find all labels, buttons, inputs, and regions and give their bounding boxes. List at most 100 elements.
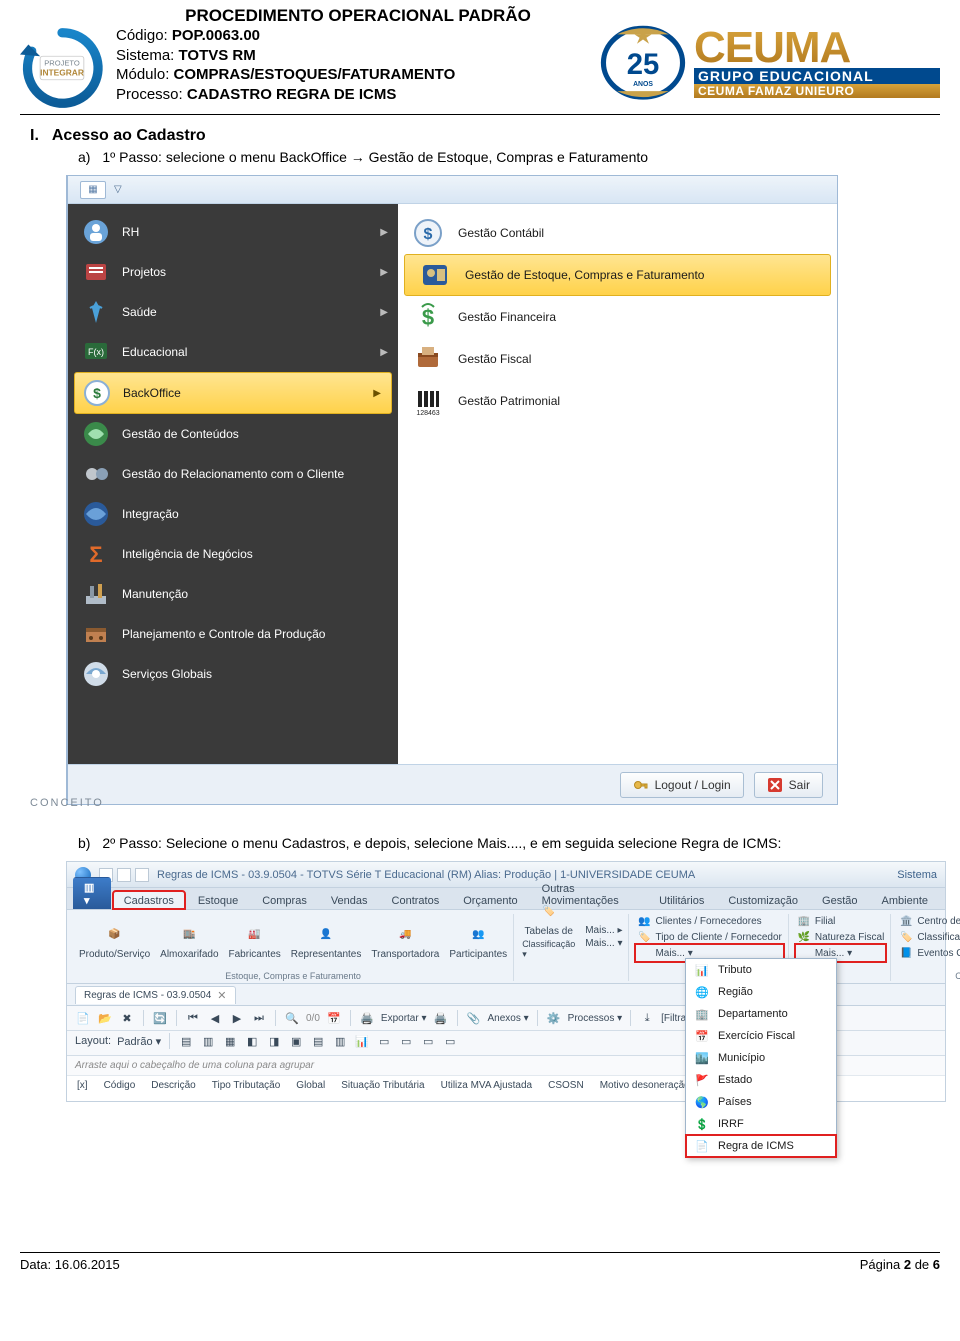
layout-select[interactable]: Padrão ▾ — [117, 1035, 161, 1048]
mais-menu-item[interactable]: 🏙️Município — [686, 1047, 836, 1069]
layout-ico-9[interactable]: ▭ — [376, 1033, 392, 1049]
sistema-label[interactable]: Sistema — [897, 869, 937, 881]
tab-contratos[interactable]: Contratos — [381, 891, 451, 909]
open-icon[interactable]: 📂 — [97, 1010, 113, 1026]
tab-cadastros[interactable]: Cadastros — [113, 891, 185, 909]
mais-menu-item[interactable]: 📊Tributo — [686, 959, 836, 981]
printer-icon[interactable]: 🖨️ — [433, 1010, 449, 1026]
grid-column-header[interactable]: Tipo Tributação — [212, 1080, 281, 1091]
delete-icon[interactable]: ✖ — [119, 1010, 135, 1026]
mais-top-button[interactable]: Mais... ▸ — [585, 925, 622, 936]
calendar-icon[interactable]: 📅 — [326, 1010, 342, 1026]
grid-column-header[interactable]: Código — [104, 1080, 136, 1091]
new-icon[interactable]: 📄 — [75, 1010, 91, 1026]
chart-icon[interactable]: 📊 — [354, 1033, 370, 1049]
prev-icon[interactable]: ◀ — [207, 1010, 223, 1026]
right-menu-item[interactable]: Gestão Fiscal — [398, 338, 837, 380]
tab-compras[interactable]: Compras — [251, 891, 318, 909]
refresh-icon[interactable]: 🔄 — [152, 1010, 168, 1026]
layout-ico-4[interactable]: ◧ — [244, 1033, 260, 1049]
left-menu-item[interactable]: Gestão do Relacionamento com o Cliente — [68, 454, 398, 494]
left-menu-item[interactable]: Manutenção — [68, 574, 398, 614]
tab-gestao[interactable]: Gestão — [811, 891, 868, 909]
ribbon-big-button[interactable]: 👥Participantes — [449, 921, 507, 960]
ribbon-small-button[interactable]: 🌿Natureza Fiscal — [797, 930, 884, 944]
left-menu-item[interactable]: Gestão de Conteúdos — [68, 414, 398, 454]
left-menu-item[interactable]: Projetos ▶ — [68, 252, 398, 292]
close-tab-icon[interactable]: ✕ — [217, 989, 226, 1002]
tab-customizacao[interactable]: Customização — [717, 891, 809, 909]
grid-column-header[interactable]: CSOSN — [548, 1080, 584, 1091]
ribbon-big-button[interactable]: 🏬Almoxarifado — [160, 921, 218, 960]
mais-menu-item[interactable]: 🚩Estado — [686, 1069, 836, 1091]
layout-ico-8[interactable]: ▥ — [332, 1033, 348, 1049]
right-menu-item[interactable]: 128463 Gestão Patrimonial — [398, 380, 837, 422]
ribbon-big-button[interactable]: 🏭Fabricantes — [229, 921, 281, 960]
grid-column-header[interactable]: Situação Tributária — [341, 1080, 424, 1091]
ribbon-small-button[interactable]: 👥Clientes / Fornecedores — [637, 914, 781, 928]
right-menu-item[interactable]: $ Gestão Financeira — [398, 296, 837, 338]
mais-menu-item[interactable]: 🌎Países — [686, 1091, 836, 1113]
tab-ambiente[interactable]: Ambiente — [871, 891, 939, 909]
left-menu-item[interactable]: Saúde ▶ — [68, 292, 398, 332]
search-icon[interactable]: 🔍 — [284, 1010, 300, 1026]
tabelas-classificacao-button[interactable]: 🏷️ Tabelas de Classificação ▾ — [522, 898, 575, 960]
left-menu-item[interactable]: Serviços Globais — [68, 654, 398, 694]
tab-vendas[interactable]: Vendas — [320, 891, 379, 909]
left-menu-item[interactable]: Planejamento e Controle da Produção — [68, 614, 398, 654]
last-icon[interactable]: ⏭ — [251, 1010, 267, 1026]
processos-button[interactable]: Processos ▾ — [568, 1013, 622, 1024]
attach-icon[interactable]: 📎 — [466, 1010, 482, 1026]
tab-estoque[interactable]: Estoque — [187, 891, 249, 909]
tab-utilitarios[interactable]: Utilitários — [648, 891, 715, 909]
ribbon-small-button[interactable]: 🏷️Classificação Centro de Custo — [899, 930, 960, 944]
qat-redo-icon[interactable] — [135, 868, 149, 882]
mais-menu-item[interactable]: 📅Exercício Fiscal — [686, 1025, 836, 1047]
left-menu-item[interactable]: Integração — [68, 494, 398, 534]
grid-column-header[interactable]: [x] — [77, 1080, 88, 1091]
first-icon[interactable]: ⏮ — [185, 1010, 201, 1026]
right-menu-item[interactable]: $ Gestão Contábil — [398, 212, 837, 254]
ribbon-small-button[interactable]: 📘Eventos Contábeis — [899, 946, 960, 960]
grid-column-header[interactable]: Descrição — [151, 1080, 195, 1091]
tab-orcamento[interactable]: Orçamento — [452, 891, 528, 909]
grid-column-header[interactable]: Global — [296, 1080, 325, 1091]
next-icon[interactable]: ▶ — [229, 1010, 245, 1026]
mais-item-regra-de-icms[interactable]: 📄Regra de ICMS — [686, 1135, 836, 1157]
ribbon-big-button[interactable]: 📦Produto/Serviço — [79, 921, 150, 960]
gear-icon[interactable]: ⚙️ — [546, 1010, 562, 1026]
layout-ico-6[interactable]: ▣ — [288, 1033, 304, 1049]
layout-ico-2[interactable]: ▥ — [200, 1033, 216, 1049]
qat-undo-icon[interactable] — [117, 868, 131, 882]
logout-login-button[interactable]: Logout / Login — [620, 772, 744, 798]
funnel-icon[interactable]: ⤓ — [639, 1010, 655, 1026]
mais-menu-item[interactable]: 🌐Região — [686, 981, 836, 1003]
layout-ico-7[interactable]: ▤ — [310, 1033, 326, 1049]
ribbon-small-button[interactable]: 🏷️Tipo de Cliente / Fornecedor — [637, 930, 781, 944]
mais-menu-item[interactable]: 🏢Departamento — [686, 1003, 836, 1025]
anexos-button[interactable]: Anexos ▾ — [488, 1013, 529, 1024]
exportar-button[interactable]: Exportar ▾ — [381, 1013, 427, 1024]
layout-ico-5[interactable]: ◨ — [266, 1033, 282, 1049]
mais-bottom-button[interactable]: Mais... ▾ — [585, 938, 622, 949]
sair-button[interactable]: Sair — [754, 772, 823, 798]
layout-ico-11[interactable]: ▭ — [420, 1033, 436, 1049]
app-tab[interactable]: ▥ ▾ — [73, 877, 111, 909]
document-tab[interactable]: Regras de ICMS - 03.9.0504 ✕ — [75, 986, 236, 1004]
dropdown-icon[interactable]: ▽ — [114, 184, 122, 195]
mais-menu-item[interactable]: 💲IRRF — [686, 1113, 836, 1135]
layout-ico-12[interactable]: ▭ — [442, 1033, 458, 1049]
print-preview-icon[interactable]: 🖨️ — [359, 1010, 375, 1026]
layout-ico-1[interactable]: ▤ — [178, 1033, 194, 1049]
left-menu-item[interactable]: $ BackOffice ▶ — [74, 372, 392, 414]
layout-ico-3[interactable]: ▦ — [222, 1033, 238, 1049]
ribbon-small-button[interactable]: 🏛️Centro de Custo — [899, 914, 960, 928]
right-menu-item[interactable]: Gestão de Estoque, Compras e Faturamento — [404, 254, 831, 296]
left-menu-item[interactable]: F(x) Educacional ▶ — [68, 332, 398, 372]
ribbon-big-button[interactable]: 🚚Transportadora — [371, 921, 439, 960]
grid-column-header[interactable]: Utiliza MVA Ajustada — [441, 1080, 533, 1091]
ribbon-small-button[interactable]: 🏢Filial — [797, 914, 884, 928]
ribbon-big-button[interactable]: 👤Representantes — [291, 921, 362, 960]
layout-ico-10[interactable]: ▭ — [398, 1033, 414, 1049]
tab-grid-icon[interactable]: ▦ — [80, 181, 106, 199]
